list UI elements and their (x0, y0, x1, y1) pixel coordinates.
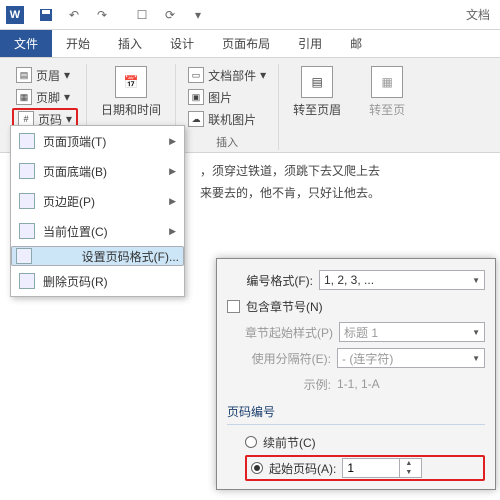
remove-icon (19, 273, 35, 289)
chevron-right-icon: ▶ (169, 226, 176, 237)
picture-button[interactable]: ▣图片 (184, 86, 270, 108)
page-number-format-dialog: 编号格式(F): 1, 2, 3, ...▼ 包含章节号(N) 章节起始样式(P… (216, 258, 496, 490)
word-app-icon: W (6, 6, 24, 24)
continue-radio[interactable] (245, 436, 257, 448)
start-at-label: 起始页码(A): (269, 460, 336, 477)
chapter-style-label: 章节起始样式(P) (245, 324, 333, 341)
header-button[interactable]: ▤页眉 ▾ (12, 64, 78, 86)
document-body: ，须穿过铁道，须跳下去又爬上去 来要去的，他不肯，只好让他去。 (200, 160, 380, 204)
dropdown-remove-page-numbers[interactable]: 删除页码(R) (11, 266, 184, 296)
page-margins-icon (19, 193, 35, 209)
separator-label: 使用分隔符(E): (245, 350, 331, 367)
dropdown-page-bottom[interactable]: 页面底端(B)▶ (11, 156, 184, 186)
online-picture-icon: ☁ (188, 111, 204, 127)
spinner[interactable]: ▲▼ (399, 459, 417, 477)
goto-header-icon: ▤ (301, 66, 333, 98)
chapter-style-select: 标题 1▼ (339, 322, 485, 342)
chevron-down-icon: ▼ (472, 354, 480, 363)
spin-up-icon: ▲ (400, 459, 417, 468)
parts-icon: ▭ (188, 67, 204, 83)
page-bottom-icon (19, 163, 35, 179)
example-label: 示例: (245, 376, 331, 393)
start-at-field[interactable] (343, 461, 399, 475)
dropdown-page-margins[interactable]: 页边距(P)▶ (11, 186, 184, 216)
qat-tool2-icon[interactable]: ⟳ (158, 3, 182, 27)
start-at-input[interactable]: ▲▼ (342, 458, 422, 478)
tab-layout[interactable]: 页面布局 (208, 30, 284, 57)
dropdown-format-page-numbers[interactable]: 设置页码格式(F)... (11, 246, 184, 266)
tab-home[interactable]: 开始 (52, 30, 104, 57)
ribbon-group-insert: ▭文档部件 ▾ ▣图片 ☁联机图片 插入 (176, 64, 279, 150)
footer-icon: ▦ (16, 89, 32, 105)
chevron-right-icon: ▶ (169, 196, 176, 207)
header-icon: ▤ (16, 67, 32, 83)
goto-footer-button: ▦转至页 (363, 64, 411, 120)
goto-footer-icon: ▦ (371, 66, 403, 98)
footer-button[interactable]: ▦页脚 ▾ (12, 86, 78, 108)
number-format-select[interactable]: 1, 2, 3, ...▼ (319, 270, 485, 290)
ribbon-group-navigation: ▤转至页眉 (279, 64, 355, 150)
tab-file[interactable]: 文件 (0, 30, 52, 57)
current-pos-icon (19, 223, 35, 239)
tab-references[interactable]: 引用 (284, 30, 336, 57)
qat-tool-icon[interactable]: ☐ (130, 3, 154, 27)
tab-mailings[interactable]: 邮 (336, 30, 376, 57)
page-top-icon (19, 133, 35, 149)
picture-icon: ▣ (188, 89, 204, 105)
page-number-dropdown: 页面顶端(T)▶ 页面底端(B)▶ 页边距(P)▶ 当前位置(C)▶ 设置页码格… (10, 125, 185, 297)
titlebar: W ↶ ↷ ☐ ⟳ ▾ 文档 (0, 0, 500, 30)
chevron-down-icon: ▼ (472, 276, 480, 285)
include-chapter-label: 包含章节号(N) (246, 298, 323, 315)
continue-label: 续前节(C) (263, 434, 316, 451)
ribbon-group-navigation2: ▦转至页 (355, 64, 419, 150)
chevron-right-icon: ▶ (169, 166, 176, 177)
qat-dropdown-icon[interactable]: ▾ (186, 3, 210, 27)
number-format-label: 编号格式(F): (227, 272, 313, 289)
calendar-icon: 📅 (115, 66, 147, 98)
datetime-button[interactable]: 📅日期和时间 (95, 64, 167, 120)
start-at-radio[interactable] (251, 462, 263, 474)
chevron-down-icon: ▼ (472, 328, 480, 337)
ribbon-tabs: 文件 开始 插入 设计 页面布局 引用 邮 (0, 30, 500, 58)
online-picture-button[interactable]: ☁联机图片 (184, 108, 270, 130)
tab-insert[interactable]: 插入 (104, 30, 156, 57)
redo-icon[interactable]: ↷ (90, 3, 114, 27)
chevron-right-icon: ▶ (169, 136, 176, 147)
tab-design[interactable]: 设计 (156, 30, 208, 57)
separator-select: - (连字符)▼ (337, 348, 485, 368)
doc-parts-button[interactable]: ▭文档部件 ▾ (184, 64, 270, 86)
document-title: 文档 (466, 6, 494, 23)
page-numbering-label: 页码编号 (227, 403, 485, 420)
undo-icon[interactable]: ↶ (62, 3, 86, 27)
insert-group-label: 插入 (184, 134, 270, 150)
dropdown-current-position[interactable]: 当前位置(C)▶ (11, 216, 184, 246)
save-icon[interactable] (34, 3, 58, 27)
example-value: 1-1, 1-A (337, 377, 380, 391)
goto-header-button[interactable]: ▤转至页眉 (287, 64, 347, 120)
include-chapter-checkbox[interactable] (227, 300, 240, 313)
dropdown-page-top[interactable]: 页面顶端(T)▶ (11, 126, 184, 156)
format-icon (16, 248, 32, 264)
spin-down-icon: ▼ (400, 468, 417, 477)
